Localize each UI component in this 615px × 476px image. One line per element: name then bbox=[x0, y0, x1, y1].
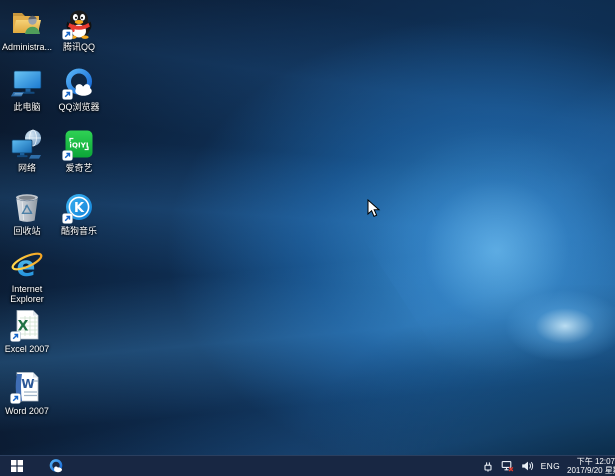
windows-logo-icon bbox=[11, 460, 23, 472]
desktop-icon-internet-explorer[interactable]: e Internet Explorer bbox=[1, 248, 53, 304]
desktop-icon-label: 酷狗音乐 bbox=[61, 226, 97, 236]
system-tray: ENG 下午 12:07 2017/9/20 星期三 bbox=[482, 456, 615, 476]
desktop-icon-word-2007[interactable]: W Word 2007 bbox=[1, 370, 53, 416]
desktop-icon-network[interactable]: 网络 bbox=[1, 127, 53, 173]
desktop-icon-label: Excel 2007 bbox=[5, 344, 50, 354]
desktop-icon-qq-browser[interactable]: QQ浏览器 bbox=[53, 66, 105, 112]
computer-icon bbox=[10, 66, 44, 100]
clock-date: 2017/9/20 星期三 bbox=[567, 466, 615, 475]
desktop-icon-label: 腾讯QQ bbox=[63, 42, 95, 52]
qq-browser-icon bbox=[48, 458, 64, 474]
desktop-icon-label: 爱奇艺 bbox=[65, 163, 92, 173]
svg-text:iQIYI: iQIYI bbox=[69, 140, 88, 149]
shortcut-arrow-icon bbox=[62, 29, 73, 40]
desktop[interactable]: Administra... bbox=[0, 0, 615, 476]
clock[interactable]: 下午 12:07 2017/9/20 星期三 bbox=[567, 457, 615, 475]
iqiyi-icon: iQIYI bbox=[62, 127, 96, 161]
language-indicator[interactable]: ENG bbox=[541, 461, 560, 471]
qq-penguin-icon bbox=[62, 6, 96, 40]
shortcut-arrow-icon bbox=[62, 89, 73, 100]
desktop-icon-this-pc[interactable]: 此电脑 bbox=[1, 66, 53, 112]
network-globe-icon bbox=[10, 127, 44, 161]
svg-text:K: K bbox=[74, 201, 85, 216]
desktop-icon-tencent-qq[interactable]: 腾讯QQ bbox=[53, 6, 105, 52]
desktop-icon-administrator[interactable]: Administra... bbox=[1, 6, 53, 52]
start-button[interactable] bbox=[0, 456, 34, 476]
desktop-icon-kugou-music[interactable]: K 酷狗音乐 bbox=[53, 190, 105, 236]
shortcut-arrow-icon bbox=[62, 213, 73, 224]
clock-time: 下午 12:07 bbox=[567, 457, 615, 466]
taskbar-qq-browser-button[interactable] bbox=[43, 456, 69, 476]
shortcut-arrow-icon bbox=[10, 393, 21, 404]
excel-icon: X bbox=[10, 308, 44, 342]
windows-logo-icon bbox=[400, 140, 600, 340]
network-disconnected-icon[interactable] bbox=[501, 460, 514, 472]
desktop-icon-excel-2007[interactable]: X Excel 2007 bbox=[1, 308, 53, 354]
desktop-icon-label: 此电脑 bbox=[13, 102, 40, 112]
svg-text:W: W bbox=[21, 377, 34, 391]
desktop-icon-label: QQ浏览器 bbox=[58, 102, 99, 112]
shortcut-arrow-icon bbox=[62, 150, 73, 161]
desktop-icon-iqiyi[interactable]: iQIYI 爱奇艺 bbox=[53, 127, 105, 173]
desktop-icon-label: Administra... bbox=[2, 42, 52, 52]
volume-icon[interactable] bbox=[521, 460, 534, 472]
qq-browser-icon bbox=[62, 66, 96, 100]
desktop-icon-label: Word 2007 bbox=[5, 406, 49, 416]
desktop-icon-label: 网络 bbox=[18, 163, 36, 173]
word-icon: W bbox=[10, 370, 44, 404]
user-folder-icon bbox=[10, 6, 44, 40]
recycle-bin-icon bbox=[10, 190, 44, 224]
taskbar: ENG 下午 12:07 2017/9/20 星期三 bbox=[0, 455, 615, 476]
kugou-icon: K bbox=[62, 190, 96, 224]
desktop-icon-label: 回收站 bbox=[13, 226, 40, 236]
shortcut-arrow-icon bbox=[10, 331, 21, 342]
eject-usb-icon[interactable] bbox=[482, 460, 494, 472]
desktop-icon-label: Internet Explorer bbox=[1, 284, 53, 304]
desktop-icon-recycle-bin[interactable]: 回收站 bbox=[1, 190, 53, 236]
ie-icon: e bbox=[10, 248, 44, 282]
